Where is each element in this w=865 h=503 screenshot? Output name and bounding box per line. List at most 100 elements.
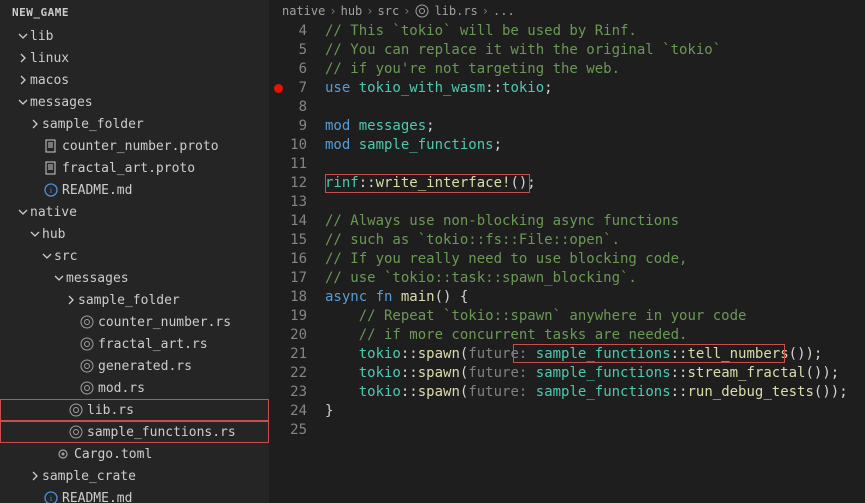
folder-item[interactable]: lib xyxy=(0,25,269,47)
token-comment: // Repeat `tokio::spawn` anywhere in you… xyxy=(359,308,747,324)
editor[interactable]: 45678910111213141516171819202122232425 /… xyxy=(270,22,865,503)
item-label: messages xyxy=(66,271,129,286)
breadcrumb-segment[interactable]: lib.rs xyxy=(434,4,477,18)
line-number[interactable]: 24 xyxy=(270,402,307,421)
chevron-right-icon xyxy=(64,295,78,305)
breadcrumb-segment[interactable]: native xyxy=(282,4,325,18)
file-explorer[interactable]: NEW_GAME liblinuxmacosmessagessample_fol… xyxy=(0,0,270,503)
code-line[interactable]: // such as `tokio::fs::File::open`. xyxy=(325,231,865,250)
editor-area: native›hub›src›lib.rs›... 45678910111213… xyxy=(270,0,865,503)
line-number[interactable]: 17 xyxy=(270,269,307,288)
line-number[interactable]: 9 xyxy=(270,117,307,136)
line-number[interactable]: 16 xyxy=(270,250,307,269)
breakpoint-icon[interactable] xyxy=(274,84,283,93)
code-line[interactable]: // Repeat `tokio::spawn` anywhere in you… xyxy=(325,307,865,326)
file-item[interactable]: mod.rs xyxy=(0,377,269,399)
code-line[interactable]: use tokio_with_wasm::tokio; xyxy=(325,79,865,98)
breadcrumb-segment[interactable]: hub xyxy=(341,4,363,18)
file-item[interactable]: generated.rs xyxy=(0,355,269,377)
breadcrumb-segment[interactable]: ... xyxy=(493,4,515,18)
breadcrumb-sep-icon: › xyxy=(403,4,410,18)
line-number[interactable]: 21 xyxy=(270,345,307,364)
line-number[interactable]: 13 xyxy=(270,193,307,212)
line-number[interactable]: 4 xyxy=(270,22,307,41)
breadcrumb-segment[interactable]: src xyxy=(378,4,400,18)
line-number[interactable]: 22 xyxy=(270,364,307,383)
chevron-right-icon xyxy=(28,119,42,129)
item-label: fractal_art.proto xyxy=(62,161,195,176)
line-number[interactable]: 8 xyxy=(270,98,307,117)
folder-item[interactable]: sample_folder xyxy=(0,289,269,311)
folder-item[interactable]: sample_crate xyxy=(0,465,269,487)
code-line[interactable]: tokio::spawn(future: sample_functions::t… xyxy=(325,345,865,364)
line-number[interactable]: 19 xyxy=(270,307,307,326)
line-number[interactable]: 20 xyxy=(270,326,307,345)
token-punct: ()); xyxy=(789,346,823,362)
folder-item[interactable]: sample_folder xyxy=(0,113,269,135)
line-number[interactable]: 11 xyxy=(270,155,307,174)
file-item[interactable]: lib.rs xyxy=(0,399,269,421)
code-line[interactable]: mod messages; xyxy=(325,117,865,136)
folder-item[interactable]: native xyxy=(0,201,269,223)
code-line[interactable]: rinf::write_interface!(); xyxy=(325,174,865,193)
file-item[interactable]: iREADME.md xyxy=(0,179,269,201)
line-number[interactable]: 14 xyxy=(270,212,307,231)
code-line[interactable]: // If you really need to use blocking co… xyxy=(325,250,865,269)
token-fn: main xyxy=(401,289,435,305)
code-line[interactable]: tokio::spawn(future: sample_functions::s… xyxy=(325,364,865,383)
line-number[interactable]: 15 xyxy=(270,231,307,250)
explorer-header: NEW_GAME xyxy=(0,0,269,25)
item-label: src xyxy=(54,249,77,264)
code-line[interactable]: // if you're not targeting the web. xyxy=(325,60,865,79)
code-line[interactable]: // Always use non-blocking async functio… xyxy=(325,212,865,231)
code-line[interactable]: mod sample_functions; xyxy=(325,136,865,155)
file-item[interactable]: fractal_art.rs xyxy=(0,333,269,355)
folder-item[interactable]: messages xyxy=(0,91,269,113)
code-line[interactable]: } xyxy=(325,402,865,421)
line-number[interactable]: 25 xyxy=(270,421,307,440)
file-tree[interactable]: liblinuxmacosmessagessample_foldercounte… xyxy=(0,25,269,503)
folder-item[interactable]: messages xyxy=(0,267,269,289)
token-punct xyxy=(325,308,359,324)
breadcrumb[interactable]: native›hub›src›lib.rs›... xyxy=(270,0,865,22)
code-line[interactable]: // if more concurrent tasks are needed. xyxy=(325,326,865,345)
item-label: macos xyxy=(30,73,69,88)
code-line[interactable] xyxy=(325,98,865,117)
folder-item[interactable]: linux xyxy=(0,47,269,69)
line-number[interactable]: 6 xyxy=(270,60,307,79)
line-number[interactable]: 10 xyxy=(270,136,307,155)
code-area[interactable]: // This `tokio` will be used by Rinf.// … xyxy=(325,22,865,503)
chevron-right-icon xyxy=(16,53,30,63)
code-line[interactable]: async fn main() { xyxy=(325,288,865,307)
token-comment: // You can replace it with the original … xyxy=(325,42,721,58)
token-keyword: mod xyxy=(325,118,359,134)
line-number[interactable]: 12 xyxy=(270,174,307,193)
folder-item[interactable]: hub xyxy=(0,223,269,245)
file-item[interactable]: counter_number.rs xyxy=(0,311,269,333)
code-line[interactable]: tokio::spawn(future: sample_functions::r… xyxy=(325,383,865,402)
file-item[interactable]: fractal_art.proto xyxy=(0,157,269,179)
file-item[interactable]: Cargo.toml xyxy=(0,443,269,465)
token-punct xyxy=(325,327,359,343)
chevron-down-icon xyxy=(40,251,54,261)
code-line[interactable] xyxy=(325,155,865,174)
item-label: Cargo.toml xyxy=(74,447,152,462)
item-label: README.md xyxy=(62,183,132,198)
file-item[interactable]: counter_number.proto xyxy=(0,135,269,157)
gutter[interactable]: 45678910111213141516171819202122232425 xyxy=(270,22,325,503)
folder-item[interactable]: src xyxy=(0,245,269,267)
line-number[interactable]: 23 xyxy=(270,383,307,402)
file-item[interactable]: sample_functions.rs xyxy=(0,421,269,443)
token-punct: :: xyxy=(671,346,688,362)
code-line[interactable] xyxy=(325,193,865,212)
code-line[interactable]: // You can replace it with the original … xyxy=(325,41,865,60)
file-item[interactable]: iREADME.md xyxy=(0,487,269,503)
code-line[interactable]: // use `tokio::task::spawn_blocking`. xyxy=(325,269,865,288)
token-fn: spawn xyxy=(418,384,460,400)
folder-item[interactable]: macos xyxy=(0,69,269,91)
line-number[interactable]: 18 xyxy=(270,288,307,307)
code-line[interactable]: // This `tokio` will be used by Rinf. xyxy=(325,22,865,41)
code-line[interactable] xyxy=(325,421,865,440)
line-number[interactable]: 5 xyxy=(270,41,307,60)
line-number[interactable]: 7 xyxy=(270,79,307,98)
